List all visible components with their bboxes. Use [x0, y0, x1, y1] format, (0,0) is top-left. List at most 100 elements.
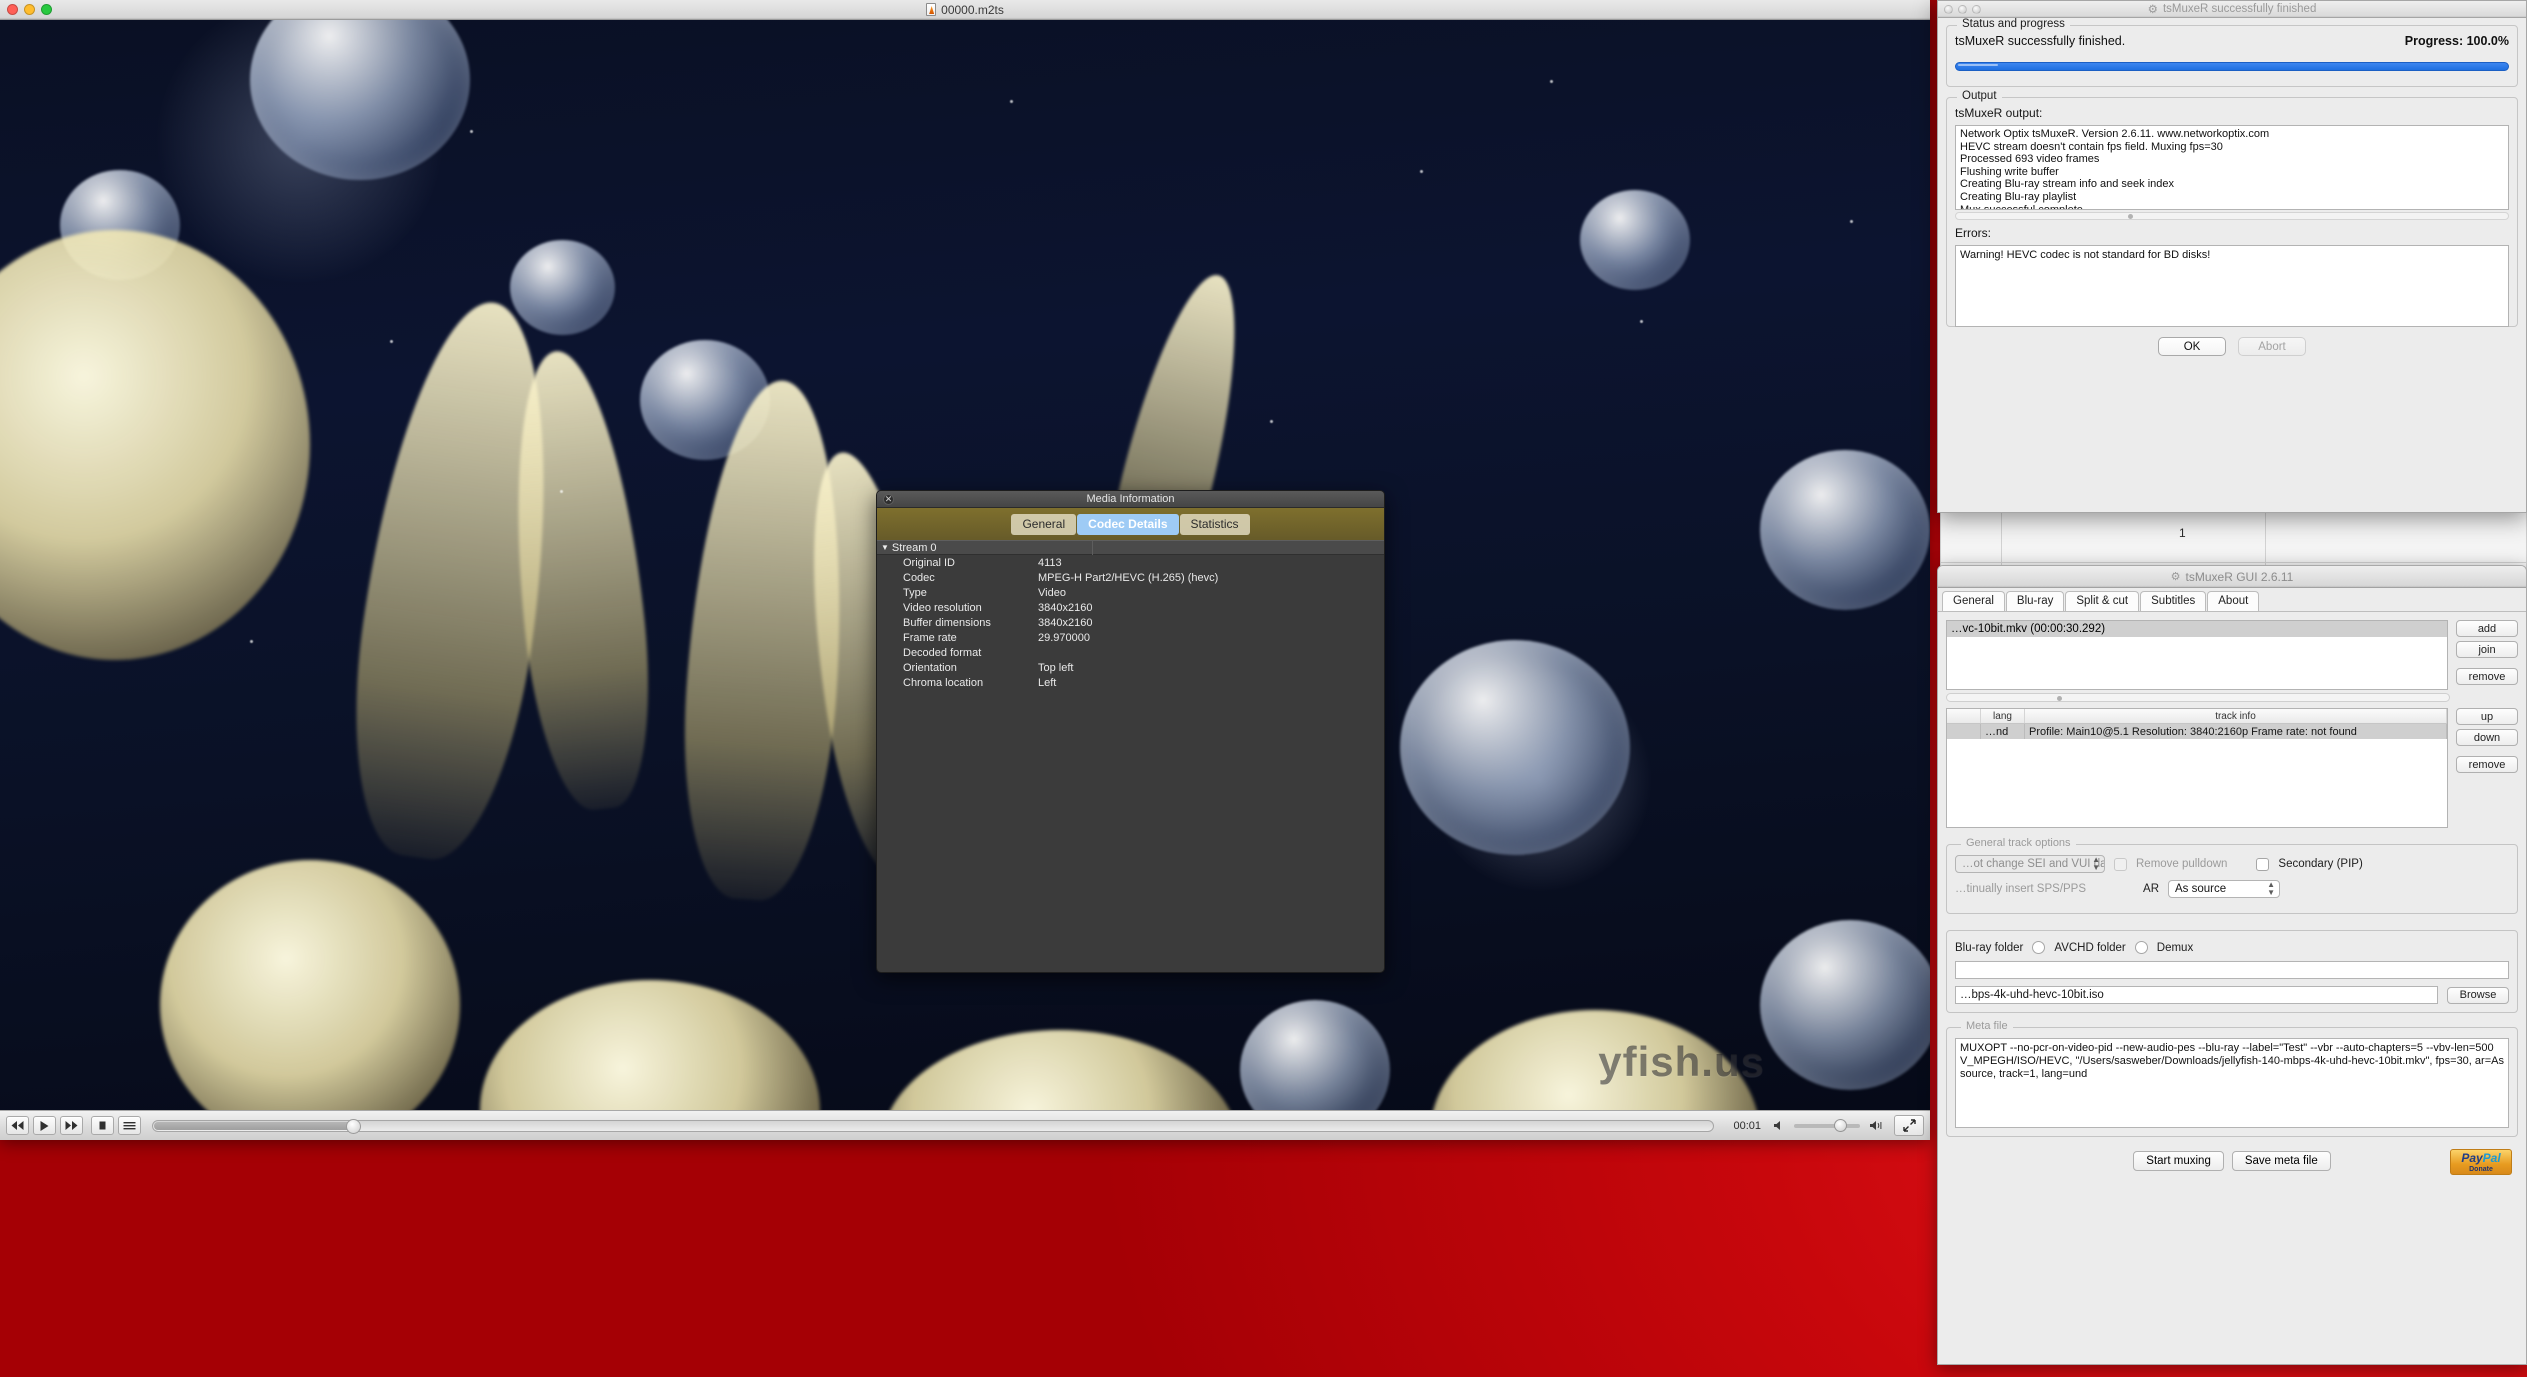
sei-vui-select-value: …ot change SEI and VUI data [1962, 858, 2105, 870]
tsmuxer-gui-window[interactable]: ⚙ tsMuxeR GUI 2.6.11 General Blu-ray Spl… [1937, 565, 2527, 1365]
join-file-button[interactable]: join [2456, 641, 2518, 658]
row-key: Chroma location [903, 677, 984, 689]
output-log-line: Mux successful complete [1960, 203, 2083, 210]
volume-slider-handle[interactable] [1834, 1118, 1847, 1132]
add-file-button[interactable]: add [2456, 620, 2518, 637]
aspect-ratio-select[interactable]: As source ▲ ▼ [2168, 880, 2281, 898]
meta-file-line: MUXOPT --no-pcr-on-video-pid --new-audio… [1960, 1042, 2494, 1054]
tab-general[interactable]: General [1011, 513, 1077, 535]
column-divider [1091, 540, 1093, 555]
play-icon [40, 1120, 49, 1131]
jellyfish-bell [510, 240, 615, 335]
playlist-icon [123, 1122, 136, 1130]
fullscreen-icon [1902, 1119, 1916, 1132]
blu-ray-folder-label[interactable]: Blu-ray folder [1955, 942, 2023, 954]
meta-file-textarea[interactable]: MUXOPT --no-pcr-on-video-pid --new-audio… [1955, 1038, 2509, 1128]
row-key: Type [903, 587, 927, 599]
video-watermark: yfish.us [1598, 1038, 1765, 1085]
tab-about[interactable]: About [2207, 591, 2260, 611]
tab-subtitles[interactable]: Subtitles [2140, 591, 2207, 611]
output-log-hscrollbar[interactable] [1955, 212, 2509, 220]
aspect-ratio-value: As source [2175, 883, 2227, 895]
list-item[interactable]: …vc-10bit.mkv (00:00:30.292) [1947, 621, 2447, 637]
avchd-folder-label[interactable]: AVCHD folder [2054, 942, 2125, 954]
output-log-textarea[interactable]: Network Optix tsMuxeR. Version 2.6.11. w… [1955, 125, 2509, 210]
abort-button[interactable]: Abort [2238, 337, 2306, 356]
seek-slider[interactable] [152, 1118, 1715, 1134]
secondary-pip-checkbox[interactable] [2256, 857, 2270, 871]
row-value: MPEG-H Part2/HEVC (H.265) (hevc) [1038, 572, 1219, 584]
output-path-row [1955, 961, 2509, 979]
playlist-button[interactable] [118, 1116, 141, 1135]
tab-general[interactable]: General [1942, 591, 2005, 611]
start-muxing-button[interactable]: Start muxing [2133, 1151, 2224, 1171]
status-text: tsMuxeR successfully finished. [1955, 34, 2126, 48]
table-row: Chroma location Left [877, 675, 1384, 690]
vlc-playback-controls[interactable]: 00:01 [0, 1110, 1930, 1140]
seek-slider-handle[interactable] [346, 1118, 361, 1134]
meta-file-legend: Meta file [1961, 1020, 2013, 1032]
tsmuxer-titlebar[interactable]: ⚙ tsMuxeR GUI 2.6.11 [1938, 566, 2526, 588]
volume-slider[interactable] [1794, 1118, 1860, 1132]
paypal-donate-label: Donate [2469, 1165, 2493, 1173]
tsmuxer-tabbar[interactable]: General Blu-ray Split & cut Subtitles Ab… [1938, 588, 2526, 612]
rewind-icon [11, 1121, 24, 1130]
row-key: Orientation [903, 662, 957, 674]
tab-statistics[interactable]: Statistics [1179, 513, 1250, 535]
play-button[interactable] [33, 1116, 56, 1135]
seek-progress-fill [154, 1121, 354, 1130]
stream-group-header[interactable]: ▼ Stream 0 [877, 540, 1384, 555]
remove-track-button[interactable]: remove [2456, 756, 2518, 773]
status-dialog-title: ⚙ tsMuxeR successfully finished [1938, 2, 2526, 16]
row-lang-cell: …nd [1981, 724, 2025, 739]
general-track-options-group: General track options …ot change SEI and… [1946, 837, 2518, 914]
remove-pulldown-checkbox[interactable] [2114, 857, 2127, 871]
save-meta-file-button[interactable]: Save meta file [2231, 1151, 2331, 1171]
status-dialog-titlebar[interactable]: ⚙ tsMuxeR successfully finished [1938, 1, 2526, 18]
scrollbar-thumb[interactable] [2057, 695, 2062, 701]
remove-file-button[interactable]: remove [2456, 668, 2518, 685]
sei-vui-select[interactable]: …ot change SEI and VUI data ▲ ▼ [1955, 855, 2105, 873]
errors-textarea[interactable]: Warning! HEVC codec is not standard for … [1955, 245, 2509, 327]
volume-high-icon[interactable] [1869, 1120, 1885, 1131]
vlc-titlebar[interactable]: 00000.m2ts [0, 0, 1930, 20]
move-track-down-button[interactable]: down [2456, 729, 2518, 746]
row-value: 29.970000 [1038, 632, 1090, 644]
row-check-cell[interactable] [1947, 724, 1981, 739]
stop-button[interactable] [91, 1116, 114, 1135]
paypal-donate-button[interactable]: PayPal Donate [2450, 1149, 2512, 1175]
tsmuxer-status-dialog[interactable]: ⚙ tsMuxeR successfully finished Status a… [1937, 0, 2527, 513]
media-info-titlebar[interactable]: ✕ Media Information [877, 491, 1384, 508]
ok-button[interactable]: OK [2158, 337, 2226, 356]
row-value: Top left [1038, 662, 1074, 674]
input-files-hscrollbar[interactable] [1946, 693, 2450, 702]
tracks-table[interactable]: lang track info …nd Profile: Main10@5.1 … [1946, 708, 2448, 828]
browse-button[interactable]: Browse [2447, 986, 2509, 1004]
output-file-input[interactable]: …bps-4k-uhd-hevc-10bit.iso [1955, 986, 2438, 1004]
media-info-title: Media Information [1086, 493, 1175, 505]
media-information-dialog[interactable]: ✕ Media Information General Codec Detail… [876, 490, 1385, 973]
table-row: Original ID 4113 [877, 555, 1384, 570]
demux-label[interactable]: Demux [2157, 942, 2193, 954]
tab-blu-ray[interactable]: Blu-ray [2005, 591, 2065, 611]
rewind-button[interactable] [6, 1116, 29, 1135]
output-path-input[interactable] [1955, 961, 2509, 979]
table-row: Video resolution 3840x2160 [877, 600, 1384, 615]
chevron-down-icon[interactable]: ▼ [881, 543, 889, 552]
move-track-up-button[interactable]: up [2456, 708, 2518, 725]
table-row: Frame rate 29.970000 [877, 630, 1384, 645]
table-row[interactable]: …nd Profile: Main10@5.1 Resolution: 3840… [1947, 724, 2447, 739]
demux-radio[interactable] [2134, 941, 2148, 954]
fast-forward-button[interactable] [60, 1116, 83, 1135]
background-cell-value: 1 [2179, 526, 2186, 540]
water-speck [1640, 320, 1643, 323]
input-file-list[interactable]: …vc-10bit.mkv (00:00:30.292) [1946, 620, 2448, 690]
volume-low-icon[interactable] [1773, 1120, 1785, 1131]
scrollbar-thumb[interactable] [2128, 214, 2133, 219]
tab-split-cut[interactable]: Split & cut [2065, 591, 2140, 611]
media-info-tabbar[interactable]: General Codec Details Statistics [877, 508, 1384, 540]
avchd-folder-radio[interactable] [2032, 941, 2046, 954]
tab-codec-details[interactable]: Codec Details [1077, 513, 1179, 535]
fast-forward-icon [65, 1121, 78, 1130]
fullscreen-button[interactable] [1894, 1115, 1924, 1136]
